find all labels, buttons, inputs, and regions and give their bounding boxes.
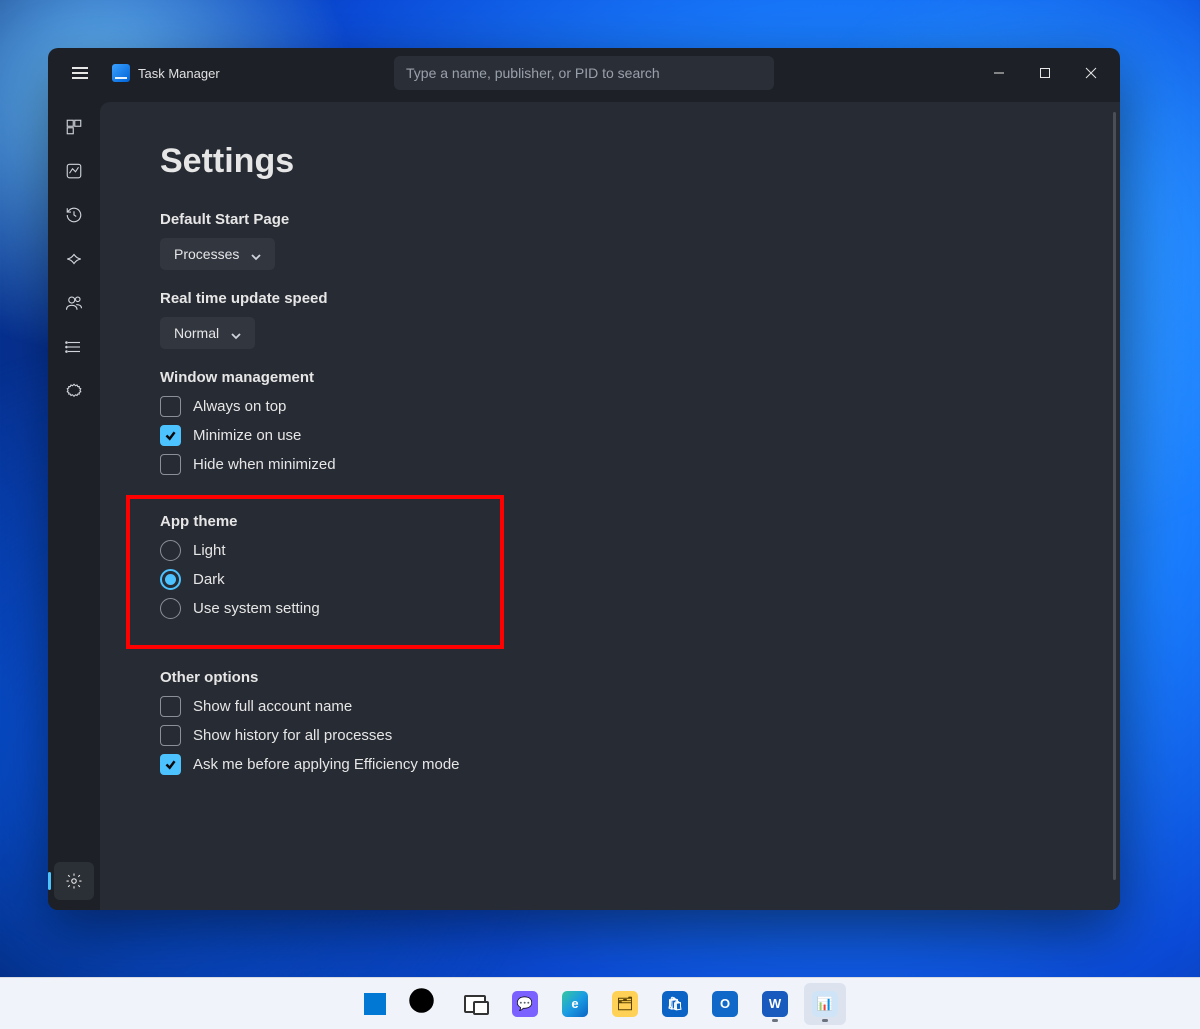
hide-when-minimized-label: Hide when minimized bbox=[193, 456, 336, 473]
ask-efficiency-label: Ask me before applying Efficiency mode bbox=[193, 756, 460, 773]
app-title: Task Manager bbox=[138, 66, 220, 81]
taskbar-file-explorer[interactable]: 🗂 bbox=[604, 983, 646, 1025]
default-start-page-value: Processes bbox=[174, 246, 239, 262]
taskbar-outlook[interactable]: O bbox=[704, 983, 746, 1025]
sidebar bbox=[48, 98, 100, 910]
search-box[interactable] bbox=[394, 56, 774, 90]
start-icon bbox=[364, 993, 386, 1015]
checkbox-icon bbox=[160, 754, 181, 775]
chevron-down-icon bbox=[231, 328, 241, 338]
app-icon bbox=[112, 64, 130, 82]
task-manager-window: Task Manager bbox=[48, 48, 1120, 910]
close-button[interactable] bbox=[1068, 53, 1114, 93]
minimize-button[interactable] bbox=[976, 53, 1022, 93]
update-speed-label: Real time update speed bbox=[160, 290, 1060, 307]
sidebar-item-details[interactable] bbox=[54, 328, 94, 366]
taskbar-store[interactable]: 🛍 bbox=[654, 983, 696, 1025]
update-speed-dropdown[interactable]: Normal bbox=[160, 317, 255, 349]
radio-icon bbox=[160, 569, 181, 590]
store-icon: 🛍 bbox=[662, 991, 688, 1017]
checkbox-icon bbox=[160, 396, 181, 417]
show-history-all-label: Show history for all processes bbox=[193, 727, 392, 744]
hide-when-minimized-checkbox[interactable]: Hide when minimized bbox=[160, 454, 1060, 475]
page-title: Settings bbox=[160, 142, 1060, 181]
show-full-account-checkbox[interactable]: Show full account name bbox=[160, 696, 1060, 717]
details-icon bbox=[65, 338, 83, 356]
chat-icon: 💬 bbox=[512, 991, 538, 1017]
users-icon bbox=[65, 294, 83, 312]
radio-icon bbox=[160, 598, 181, 619]
default-start-page-dropdown[interactable]: Processes bbox=[160, 238, 275, 270]
ask-efficiency-checkbox[interactable]: Ask me before applying Efficiency mode bbox=[160, 754, 1060, 775]
sidebar-item-performance[interactable] bbox=[54, 152, 94, 190]
other-options-label: Other options bbox=[160, 669, 1060, 686]
sidebar-item-settings[interactable] bbox=[54, 862, 94, 900]
taskbar: 💬 e 🗂 🛍 O W 📊 bbox=[0, 977, 1200, 1029]
task-view-icon bbox=[464, 995, 486, 1013]
chevron-down-icon bbox=[251, 249, 261, 259]
processes-icon bbox=[65, 118, 83, 136]
taskbar-chat[interactable]: 💬 bbox=[504, 983, 546, 1025]
startup-icon bbox=[65, 250, 83, 268]
sidebar-item-processes[interactable] bbox=[54, 108, 94, 146]
show-history-all-checkbox[interactable]: Show history for all processes bbox=[160, 725, 1060, 746]
checkbox-icon bbox=[160, 454, 181, 475]
outlook-icon: O bbox=[712, 991, 738, 1017]
window-controls bbox=[976, 53, 1114, 93]
sidebar-item-startup[interactable] bbox=[54, 240, 94, 278]
search-input[interactable] bbox=[406, 65, 762, 81]
taskbar-word[interactable]: W bbox=[754, 983, 796, 1025]
checkbox-icon bbox=[160, 425, 181, 446]
always-on-top-label: Always on top bbox=[193, 398, 286, 415]
sidebar-item-users[interactable] bbox=[54, 284, 94, 322]
taskbar-task-manager[interactable]: 📊 bbox=[804, 983, 846, 1025]
show-full-account-label: Show full account name bbox=[193, 698, 352, 715]
theme-light-label: Light bbox=[193, 542, 226, 559]
file-explorer-icon: 🗂 bbox=[612, 991, 638, 1017]
sidebar-item-app-history[interactable] bbox=[54, 196, 94, 234]
maximize-button[interactable] bbox=[1022, 53, 1068, 93]
search-icon bbox=[404, 983, 446, 1025]
theme-light-radio[interactable]: Light bbox=[160, 540, 320, 561]
app-theme-label: App theme bbox=[160, 513, 320, 530]
titlebar: Task Manager bbox=[48, 48, 1120, 98]
taskbar-edge[interactable]: e bbox=[554, 983, 596, 1025]
scrollbar[interactable] bbox=[1113, 112, 1116, 880]
edge-icon: e bbox=[562, 991, 588, 1017]
content-area: Settings Default Start Page Processes Re… bbox=[100, 102, 1120, 910]
checkbox-icon bbox=[160, 725, 181, 746]
default-start-page-label: Default Start Page bbox=[160, 211, 1060, 228]
theme-system-radio[interactable]: Use system setting bbox=[160, 598, 320, 619]
performance-icon bbox=[65, 162, 83, 180]
services-icon bbox=[65, 382, 83, 400]
taskbar-search[interactable] bbox=[404, 983, 446, 1025]
theme-dark-label: Dark bbox=[193, 571, 225, 588]
always-on-top-checkbox[interactable]: Always on top bbox=[160, 396, 1060, 417]
taskbar-task-view[interactable] bbox=[454, 983, 496, 1025]
theme-dark-radio[interactable]: Dark bbox=[160, 569, 320, 590]
taskbar-start[interactable] bbox=[354, 983, 396, 1025]
checkbox-icon bbox=[160, 696, 181, 717]
gear-icon bbox=[65, 872, 83, 890]
task-manager-icon: 📊 bbox=[812, 991, 838, 1017]
word-icon: W bbox=[762, 991, 788, 1017]
radio-icon bbox=[160, 540, 181, 561]
update-speed-value: Normal bbox=[174, 325, 219, 341]
history-icon bbox=[65, 206, 83, 224]
theme-system-label: Use system setting bbox=[193, 600, 320, 617]
app-theme-highlight: App theme Light Dark Use system setting bbox=[126, 495, 504, 649]
minimize-on-use-label: Minimize on use bbox=[193, 427, 301, 444]
window-management-label: Window management bbox=[160, 369, 1060, 386]
sidebar-item-services[interactable] bbox=[54, 372, 94, 410]
minimize-on-use-checkbox[interactable]: Minimize on use bbox=[160, 425, 1060, 446]
hamburger-button[interactable] bbox=[60, 53, 100, 93]
